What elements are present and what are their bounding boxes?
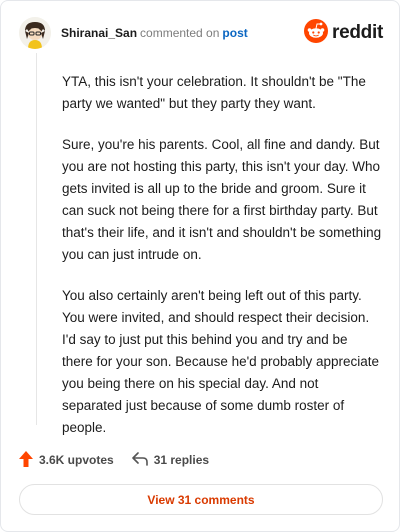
comment-paragraph-2: Sure, you're his parents. Cool, all fine… bbox=[62, 137, 382, 262]
reply-count: 31 replies bbox=[153, 453, 210, 467]
comment-footer: 3.6K upvotes 31 replies bbox=[19, 450, 209, 470]
reddit-snoo-icon bbox=[304, 18, 329, 48]
comment-meta: Shiranai_San commented on post bbox=[61, 25, 248, 41]
action-text: commented on bbox=[140, 26, 220, 40]
reply-arrow-icon bbox=[131, 451, 154, 469]
reddit-brand[interactable]: reddit bbox=[304, 18, 383, 48]
comment-header: Shiranai_San commented on post reddit bbox=[19, 15, 383, 51]
upvote-arrow-icon bbox=[19, 450, 39, 470]
thread-line[interactable] bbox=[36, 53, 37, 425]
upvote-count: 3.6K upvotes bbox=[39, 453, 114, 467]
post-link[interactable]: post bbox=[222, 26, 247, 40]
comment-card: Shiranai_San commented on post reddit YT… bbox=[0, 0, 400, 532]
reddit-wordmark: reddit bbox=[332, 22, 383, 43]
comment-paragraph-1: YTA, this isn't your celebration. It sho… bbox=[62, 74, 366, 111]
username-link[interactable]: Shiranai_San bbox=[61, 26, 137, 40]
replies-button[interactable]: 31 replies bbox=[131, 451, 210, 469]
user-avatar[interactable] bbox=[19, 17, 51, 49]
comment-body: YTA, this isn't your celebration. It sho… bbox=[62, 71, 382, 458]
upvote-button[interactable]: 3.6K upvotes bbox=[19, 450, 114, 470]
comment-paragraph-3: You also certainly aren't being left out… bbox=[62, 288, 380, 435]
view-comments-button[interactable]: View 31 comments bbox=[19, 484, 383, 515]
